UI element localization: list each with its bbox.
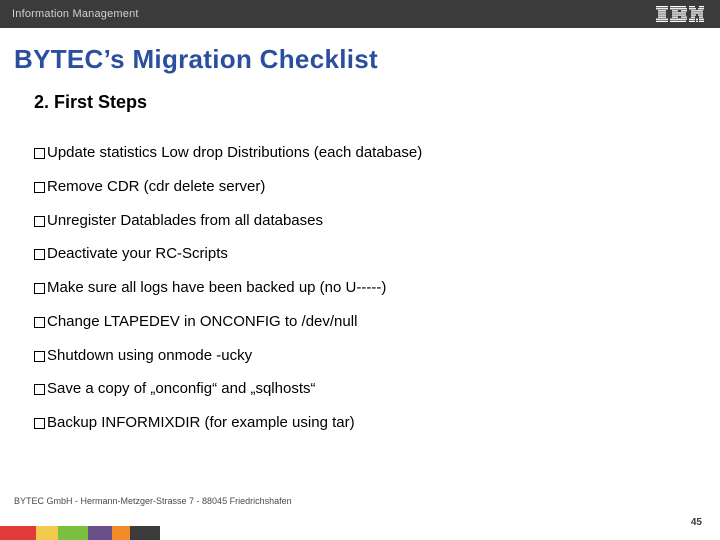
checkbox-icon: [34, 384, 45, 395]
list-item: Unregister Datablades from all databases: [34, 212, 680, 231]
list-item-text: Update statistics Low drop Distributions…: [47, 144, 422, 163]
checkbox-icon: [34, 216, 45, 227]
checkbox-icon: [34, 148, 45, 159]
list-item-text: Unregister Datablades from all databases: [47, 212, 323, 231]
color-swatch: [112, 526, 130, 540]
color-swatch: [88, 526, 112, 540]
slide: Information Management: [0, 0, 720, 540]
list-item-text: Make sure all logs have been backed up (…: [47, 279, 386, 298]
color-swatch: [36, 526, 58, 540]
checkbox-icon: [34, 418, 45, 429]
checklist: Update statistics Low drop Distributions…: [34, 144, 680, 448]
checkbox-icon: [34, 283, 45, 294]
list-item: Shutdown using onmode -ucky: [34, 347, 680, 366]
list-item-text: Change LTAPEDEV in ONCONFIG to /dev/null: [47, 313, 357, 332]
page-number: 45: [691, 517, 702, 528]
checkbox-icon: [34, 249, 45, 260]
list-item-text: Shutdown using onmode -ucky: [47, 347, 252, 366]
list-item: Deactivate your RC-Scripts: [34, 245, 680, 264]
list-item: Backup INFORMIXDIR (for example using ta…: [34, 414, 680, 433]
list-item-text: Remove CDR (cdr delete server): [47, 178, 265, 197]
list-item: Remove CDR (cdr delete server): [34, 178, 680, 197]
list-item-text: Save a copy of „onconfig“ and „sqlhosts“: [47, 380, 315, 399]
checkbox-icon: [34, 351, 45, 362]
color-swatch: [130, 526, 160, 540]
color-swatch: [58, 526, 88, 540]
list-item: Change LTAPEDEV in ONCONFIG to /dev/null: [34, 313, 680, 332]
color-swatch: [0, 526, 36, 540]
list-item: Make sure all logs have been backed up (…: [34, 279, 680, 298]
ibm-logo-icon: [656, 6, 704, 22]
checkbox-icon: [34, 317, 45, 328]
list-item-text: Backup INFORMIXDIR (for example using ta…: [47, 414, 355, 433]
checkbox-icon: [34, 182, 45, 193]
footer-color-strip: [0, 526, 160, 540]
list-item: Update statistics Low drop Distributions…: [34, 144, 680, 163]
page-title: BYTEC’s Migration Checklist: [14, 44, 378, 75]
header-bar: Information Management: [0, 0, 720, 28]
list-item: Save a copy of „onconfig“ and „sqlhosts“: [34, 380, 680, 399]
section-subtitle: 2. First Steps: [34, 92, 147, 113]
footer-text: BYTEC GmbH - Hermann-Metzger-Strasse 7 -…: [14, 496, 292, 506]
header-section-label: Information Management: [12, 8, 139, 20]
list-item-text: Deactivate your RC-Scripts: [47, 245, 228, 264]
